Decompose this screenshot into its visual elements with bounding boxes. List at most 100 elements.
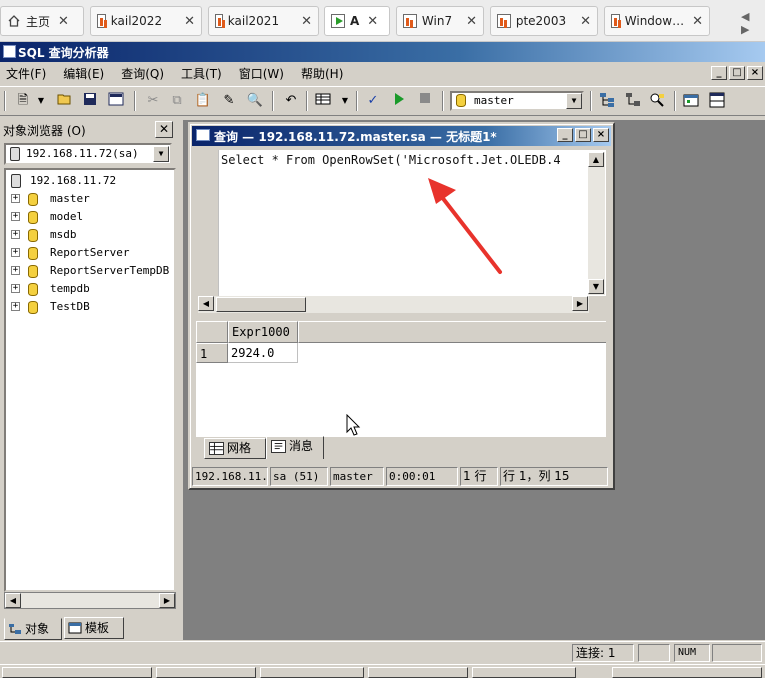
tab-label: kail2022 — [110, 14, 163, 28]
paste-icon[interactable]: 📋 — [194, 92, 212, 110]
new-query-icon[interactable]: 🗎 — [14, 92, 32, 110]
column-header[interactable]: Expr1000 — [228, 321, 298, 343]
results-mode-dropdown-icon[interactable]: ▼ — [336, 92, 354, 110]
tab-objects[interactable]: 对象 — [4, 618, 62, 640]
execute-icon[interactable] — [390, 92, 408, 110]
tab-messages[interactable]: 消息 — [266, 436, 324, 459]
stop-icon[interactable] — [416, 92, 434, 110]
close-icon[interactable]: ✕ — [692, 14, 703, 29]
expand-icon[interactable]: + — [11, 302, 20, 311]
status-spacer — [712, 644, 762, 662]
copy-icon[interactable]: ⧉ — [168, 92, 186, 110]
tab-win7[interactable]: Win7 ✕ — [396, 6, 484, 36]
object-search-icon[interactable] — [624, 92, 642, 110]
scroll-down-icon[interactable]: ▼ — [588, 279, 604, 294]
undo-icon[interactable]: ↶ — [282, 92, 300, 110]
scroll-thumb[interactable] — [216, 297, 306, 312]
menu-edit[interactable]: 编辑(E) — [63, 65, 104, 82]
taskbar-button[interactable] — [368, 667, 468, 678]
grid-cell[interactable]: 2924.0 — [228, 343, 298, 363]
scroll-right-icon[interactable]: ▶ — [159, 593, 175, 608]
scroll-right-icon[interactable]: ▶ — [572, 296, 588, 311]
close-icon[interactable]: ✕ — [580, 14, 591, 29]
row-number[interactable]: 1 — [196, 343, 228, 363]
status-database: master — [330, 467, 384, 486]
taskbar-button[interactable] — [156, 667, 256, 678]
minimize-button[interactable]: _ — [711, 66, 727, 80]
tree-horizontal-scrollbar[interactable]: ◀ ▶ — [4, 592, 176, 609]
taskbar-button[interactable] — [472, 667, 576, 678]
open-icon[interactable] — [56, 92, 74, 110]
results-mode-icon[interactable] — [314, 92, 332, 110]
server-select[interactable]: 192.168.11.72(sa) ▼ — [4, 143, 172, 165]
close-button[interactable]: × — [747, 66, 763, 80]
close-button[interactable]: × — [593, 128, 609, 142]
close-icon[interactable]: ✕ — [367, 14, 378, 29]
expand-icon[interactable]: + — [11, 266, 20, 275]
tab-grid[interactable]: 网格 — [204, 438, 266, 459]
taskbar-button[interactable] — [2, 667, 152, 678]
vm-icon — [403, 14, 417, 28]
new-query-dropdown-icon[interactable]: ▼ — [32, 92, 50, 110]
restore-button[interactable]: □ — [575, 128, 591, 142]
toolbar-separator — [306, 91, 308, 111]
close-button[interactable]: ✕ — [155, 121, 173, 138]
tab-kail2021[interactable]: kail2021 ✕ — [208, 6, 319, 36]
tab-windows[interactable]: Window… ✕ — [604, 6, 710, 36]
parse-icon[interactable]: ✓ — [364, 92, 382, 110]
tab-label: 对象 — [25, 622, 50, 636]
database-icon — [28, 265, 38, 278]
chevron-down-icon[interactable]: ▼ — [566, 93, 582, 109]
database-icon — [456, 94, 466, 107]
editor-horizontal-scrollbar[interactable]: ◀ ▶ — [198, 296, 589, 313]
query-window-title-bar[interactable]: 查询 — 192.168.11.72.master.sa — 无标题1* _ □… — [192, 126, 611, 146]
toolbar-separator — [674, 91, 676, 111]
results-pane-icon[interactable] — [708, 92, 726, 110]
tab-scroll-left-right-icon[interactable]: ◀ ▶ — [741, 10, 761, 36]
templates-icon — [68, 622, 82, 634]
expand-icon[interactable]: + — [11, 212, 20, 221]
scroll-left-icon[interactable]: ◀ — [198, 296, 214, 311]
execution-plan-icon[interactable] — [648, 92, 666, 110]
minimize-button[interactable]: _ — [557, 128, 573, 142]
cut-icon[interactable]: ✂ — [144, 92, 162, 110]
taskbar-button[interactable] — [260, 667, 364, 678]
expand-icon[interactable]: + — [11, 230, 20, 239]
menu-query[interactable]: 查询(Q) — [121, 65, 164, 82]
editor-vertical-scrollbar[interactable]: ▲ ▼ — [588, 152, 605, 295]
vm-icon — [611, 14, 620, 28]
tab-templates[interactable]: 模板 — [64, 617, 124, 639]
expand-icon[interactable]: + — [11, 284, 20, 293]
menu-file[interactable]: 文件(F) — [6, 65, 46, 82]
database-select[interactable]: master ▼ — [450, 91, 584, 111]
tab-label: pte2003 — [515, 14, 567, 28]
close-icon[interactable]: ✕ — [184, 14, 195, 29]
save-icon[interactable] — [81, 92, 99, 110]
tab-a[interactable]: A ✕ — [324, 6, 390, 36]
chevron-down-icon[interactable]: ▼ — [153, 146, 169, 162]
scroll-left-icon[interactable]: ◀ — [5, 593, 21, 608]
tab-home[interactable]: 主页 ✕ — [0, 6, 84, 36]
tab-pte2003[interactable]: pte2003 ✕ — [490, 6, 598, 36]
close-icon[interactable]: ✕ — [301, 14, 312, 29]
options-icon[interactable] — [682, 92, 700, 110]
close-icon[interactable]: ✕ — [466, 14, 477, 29]
scroll-up-icon[interactable]: ▲ — [588, 152, 604, 167]
object-browser-tabs: 对象 模板 — [4, 617, 176, 640]
tab-label: kail2021 — [227, 14, 280, 28]
tab-kail2022[interactable]: kail2022 ✕ — [90, 6, 202, 36]
toolbar-separator — [442, 91, 444, 111]
restore-button[interactable]: □ — [729, 66, 745, 80]
find-icon[interactable]: 🔍 — [246, 92, 264, 110]
menu-window[interactable]: 窗口(W) — [239, 65, 284, 82]
menu-help[interactable]: 帮助(H) — [301, 65, 343, 82]
expand-icon[interactable]: + — [11, 248, 20, 257]
menu-tools[interactable]: 工具(T) — [181, 65, 222, 82]
object-browser-icon[interactable] — [598, 92, 616, 110]
sql-editor[interactable]: Select * From OpenRowSet('Microsoft.Jet.… — [218, 150, 606, 296]
save-all-icon[interactable] — [107, 92, 125, 110]
edit-icon[interactable]: ✎ — [220, 92, 238, 110]
expand-icon[interactable]: + — [11, 194, 20, 203]
close-icon[interactable]: ✕ — [58, 14, 69, 29]
pane-splitter[interactable] — [196, 316, 609, 320]
